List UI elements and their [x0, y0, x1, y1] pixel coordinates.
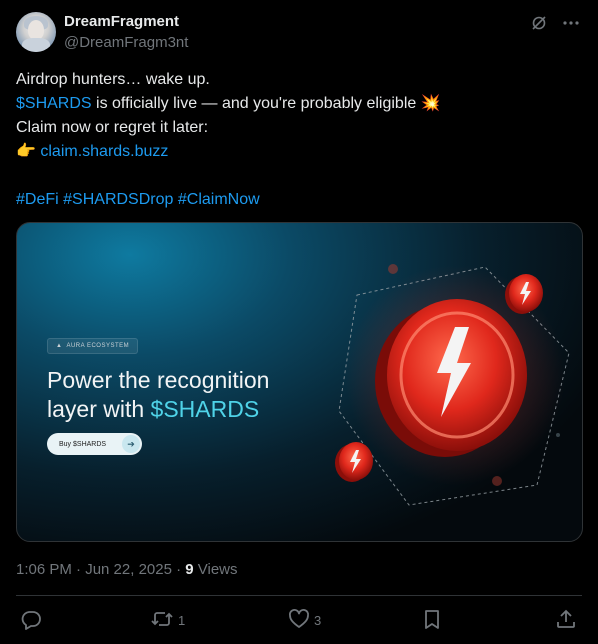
views-count: 9 [185, 561, 194, 578]
like-icon [288, 608, 310, 633]
headline-prefix: layer with [47, 396, 151, 422]
author-name[interactable]: DreamFragment [64, 13, 179, 30]
pointing-emoji: 👉 [16, 143, 36, 160]
headline-accent: $SHARDS [150, 396, 260, 422]
hashtag-defi[interactable]: #DeFi [16, 191, 59, 208]
post-line-1: Airdrop hunters… wake up. [16, 71, 210, 88]
avatar[interactable] [16, 12, 56, 52]
avatar-face [28, 20, 44, 40]
post-line-2: $SHARDS is officially live — and you're … [16, 92, 582, 116]
grok-icon[interactable] [530, 14, 548, 32]
divider [16, 595, 582, 596]
repost-button[interactable]: 1 [150, 608, 185, 632]
post-line-3: Claim now or regret it later: [16, 119, 209, 136]
repost-icon [150, 608, 174, 633]
card-headline: Power the recognition layer with $SHARDS [47, 366, 269, 424]
aura-icon: ▲ [56, 343, 63, 349]
avatar-body [22, 38, 50, 52]
views-label: Views [193, 561, 238, 578]
hashtag-shardsdrop[interactable]: #SHARDSDrop [63, 191, 173, 208]
claim-link[interactable]: claim.shards.buzz [40, 143, 168, 160]
headline-line-1: Power the recognition [47, 367, 270, 393]
cashtag-link[interactable]: $SHARDS [16, 95, 92, 112]
more-icon[interactable] [562, 14, 580, 32]
share-button[interactable] [555, 608, 577, 632]
buy-shards-button[interactable]: Buy $SHARDS ➔ [47, 433, 142, 455]
collision-emoji: 💥 [420, 95, 441, 112]
like-button[interactable]: 3 [288, 608, 321, 632]
arrow-right-icon: ➔ [122, 435, 140, 453]
action-bar: 1 3 [0, 608, 598, 634]
post-meta: 1:06 PM · Jun 22, 2025 · 9 Views [16, 561, 238, 578]
repost-count: 1 [178, 612, 186, 628]
bookmark-button[interactable] [422, 608, 442, 632]
media-card[interactable]: ▲ AURA ECOSYSTEM Power the recognition l… [16, 222, 583, 542]
share-icon [555, 608, 577, 633]
post-text: Airdrop hunters… wake up. $SHARDS is off… [16, 68, 582, 212]
bookmark-icon [422, 608, 442, 633]
header-actions [530, 14, 580, 32]
hashtags: #DeFi #SHARDSDrop #ClaimNow [16, 188, 582, 212]
post-line-4: 👉 claim.shards.buzz [16, 140, 582, 164]
ecosystem-badge: ▲ AURA ECOSYSTEM [47, 338, 139, 354]
badge-label: AURA ECOSYSTEM [66, 343, 130, 349]
timestamp[interactable]: 1:06 PM · Jun 22, 2025 · [16, 561, 185, 578]
hashtag-claimnow[interactable]: #ClaimNow [178, 191, 260, 208]
reply-icon [20, 608, 42, 633]
buy-button-label: Buy $SHARDS [59, 440, 107, 448]
headline-line-2: layer with $SHARDS [47, 395, 269, 424]
post-line-2-text: is officially live — and you're probably… [91, 95, 421, 112]
reply-button[interactable] [20, 608, 46, 632]
like-count: 3 [314, 612, 322, 628]
author-handle[interactable]: @DreamFragm3nt [64, 34, 188, 51]
